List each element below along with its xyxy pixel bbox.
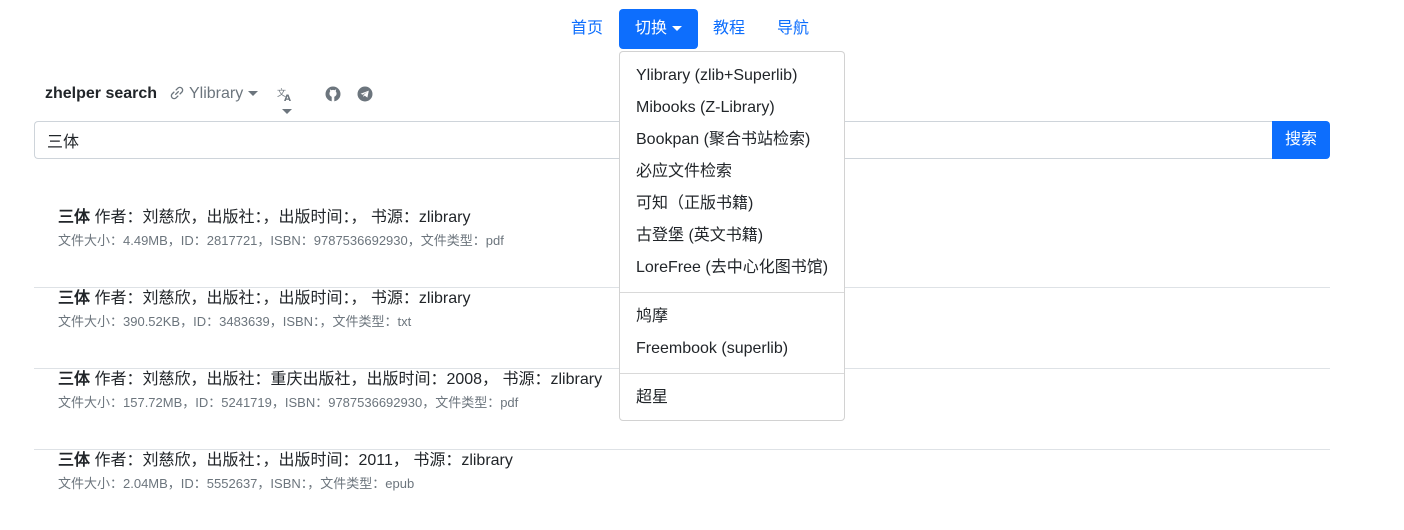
translate-icon: 文 A: [277, 87, 291, 104]
result-item[interactable]: 三体 作者：刘慈欣，出版社：，出版时间：2011， 书源：zlibrary 文件…: [34, 450, 1330, 530]
nav-switch-label: 切换: [635, 20, 668, 37]
dropdown-item-mibooks[interactable]: Mibooks (Z-Library): [620, 92, 844, 124]
dropdown-item-bing-file-search[interactable]: 必应文件检索: [620, 156, 844, 188]
result-title: 三体 作者：刘慈欣，出版社：，出版时间：， 书源：zlibrary: [58, 207, 470, 229]
source-label: Ylibrary: [189, 85, 244, 102]
dropdown-divider: [620, 373, 844, 374]
result-book-title: 三体: [58, 452, 91, 469]
nav-tutorial-link[interactable]: 教程: [713, 9, 745, 49]
dropdown-item-chaoxing[interactable]: 超星: [620, 382, 844, 414]
result-author-line: 作者：刘慈欣，出版社：，出版时间：， 书源：zlibrary: [90, 290, 471, 307]
brand-title[interactable]: zhelper search: [45, 81, 157, 107]
search-button[interactable]: 搜索: [1272, 121, 1330, 159]
caret-down-icon: [282, 109, 292, 114]
svg-text:A: A: [284, 94, 291, 102]
caret-down-icon: [672, 26, 683, 32]
dropdown-item-bookpan[interactable]: Bookpan (聚合书站检索): [620, 124, 844, 156]
result-author-line: 作者：刘慈欣，出版社：重庆出版社，出版时间：2008， 书源：zlibrary: [90, 371, 603, 388]
result-author-line: 作者：刘慈欣，出版社：，出版时间：2011， 书源：zlibrary: [90, 452, 513, 469]
result-meta: 文件大小：157.72MB，ID：5241719，ISBN：9787536692…: [58, 395, 519, 410]
nav-home-link[interactable]: 首页: [571, 9, 603, 49]
dropdown-item-ylibrary[interactable]: Ylibrary (zlib+Superlib): [620, 60, 844, 92]
result-book-title: 三体: [58, 290, 91, 307]
caret-down-icon: [248, 91, 259, 97]
result-title: 三体 作者：刘慈欣，出版社：，出版时间：， 书源：zlibrary: [58, 288, 470, 310]
result-book-title: 三体: [58, 209, 91, 226]
github-icon[interactable]: [325, 86, 341, 102]
dropdown-item-freembook[interactable]: Freembook (superlib): [620, 333, 844, 365]
dropdown-item-jiumo[interactable]: 鸠摩: [620, 301, 844, 333]
result-title: 三体 作者：刘慈欣，出版社：重庆出版社，出版时间：2008， 书源：zlibra…: [58, 369, 602, 391]
link-icon: [170, 86, 184, 100]
nav-switch-dropdown-button[interactable]: 切换: [619, 9, 699, 49]
result-title: 三体 作者：刘慈欣，出版社：，出版时间：2011， 书源：zlibrary: [58, 450, 513, 472]
top-nav: 首页 切换 教程 导航: [0, 9, 1404, 49]
result-book-title: 三体: [58, 371, 91, 388]
result-meta: 文件大小：4.49MB，ID：2817721，ISBN：978753669293…: [58, 233, 504, 248]
dropdown-item-lorefree[interactable]: LoreFree (去中心化图书馆): [620, 252, 844, 284]
result-meta: 文件大小：2.04MB，ID：5552637，ISBN：，文件类型：epub: [58, 476, 415, 491]
nav-navigation-link[interactable]: 导航: [777, 9, 809, 49]
switch-dropdown-menu: Ylibrary (zlib+Superlib) Mibooks (Z-Libr…: [619, 51, 845, 421]
source-dropdown-button[interactable]: Ylibrary: [170, 81, 259, 107]
telegram-icon[interactable]: [357, 86, 373, 102]
result-meta: 文件大小：390.52KB，ID：3483639，ISBN：，文件类型：txt: [58, 314, 412, 329]
language-dropdown-button[interactable]: 文 A: [277, 86, 293, 114]
dropdown-item-kezhi[interactable]: 可知（正版书籍): [620, 188, 844, 220]
result-author-line: 作者：刘慈欣，出版社：，出版时间：， 书源：zlibrary: [90, 209, 471, 226]
dropdown-divider: [620, 292, 844, 293]
dropdown-item-gutenberg[interactable]: 古登堡 (英文书籍): [620, 220, 844, 252]
